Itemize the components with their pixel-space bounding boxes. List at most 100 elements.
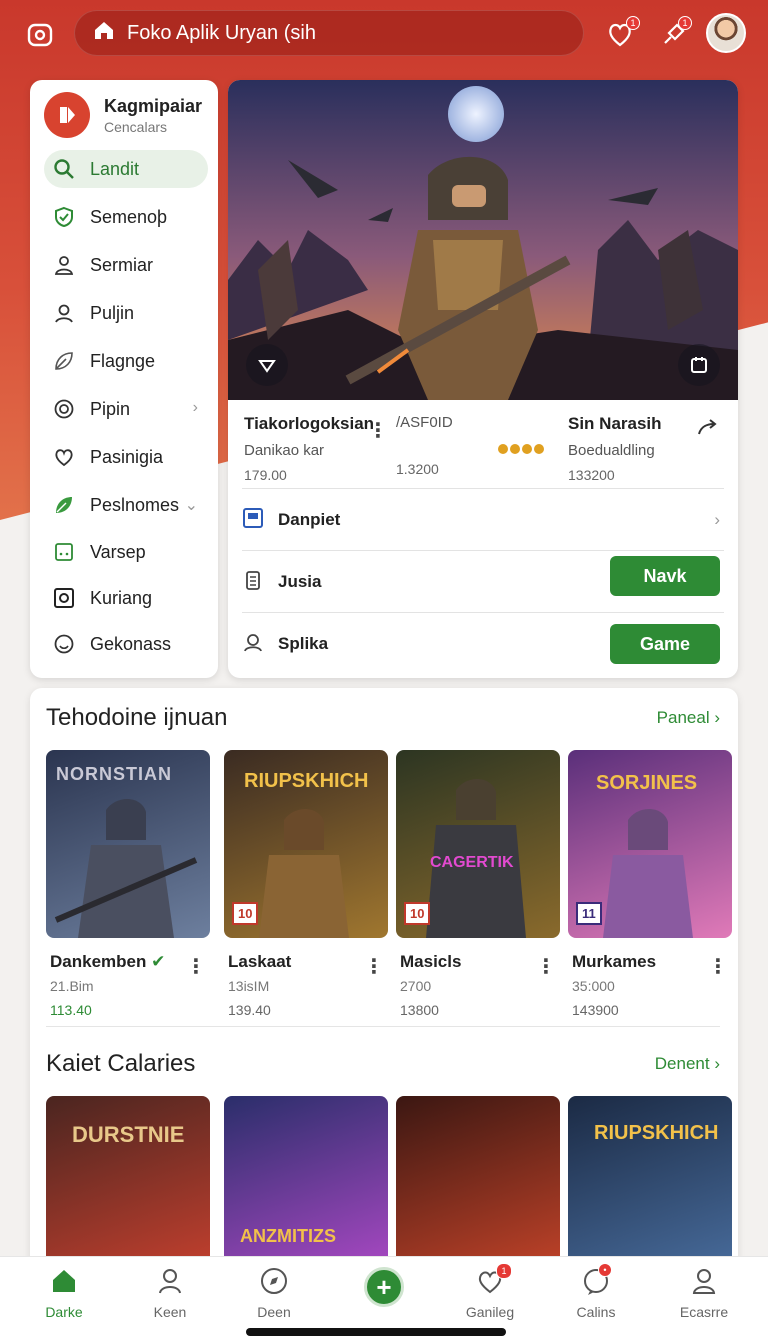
section-title: Tehodoine ijnuan — [46, 704, 228, 731]
more-icon[interactable]: ⋮ — [186, 954, 206, 979]
profile-icon — [690, 1267, 718, 1298]
sidebar-item-label: Puljin — [90, 302, 135, 323]
bottom-nav-keen[interactable]: Keen — [120, 1267, 220, 1320]
bottom-nav-label: Deen — [257, 1304, 291, 1320]
dice-icon — [52, 540, 76, 564]
calendar-icon[interactable] — [678, 344, 720, 386]
add-button[interactable]: + — [364, 1267, 404, 1307]
bottom-nav-label: Ganileg — [465, 1304, 515, 1320]
minimize-icon[interactable] — [246, 344, 288, 386]
bottom-nav-calins[interactable]: • Calins — [546, 1263, 646, 1320]
sidebar-item-semenop[interactable]: Semenoþ — [44, 198, 208, 236]
sidebar-item-landit[interactable]: Landit — [44, 150, 208, 188]
game-card[interactable]: CAGERTIK 10 Masicls 2700 13800 ⋮ — [396, 750, 560, 1018]
battery-icon — [242, 569, 264, 596]
alert-badge: 1 — [678, 16, 692, 30]
sidebar-item-pipin[interactable]: Pipin › — [44, 390, 208, 428]
sidebar-item-kuriang[interactable]: Kuriang — [44, 579, 208, 617]
game-value: 113.40 — [50, 1002, 92, 1018]
bottom-nav-label: Keen — [153, 1304, 187, 1320]
section-title: Kaiet Calaries — [46, 1050, 196, 1077]
sidebar-item-label: Peslnomes — [90, 494, 180, 515]
game-thumbnail: SORJINES 11 — [568, 750, 732, 938]
thumbnail-text: ANZMITIZS — [240, 1226, 336, 1246]
bottom-nav-label: Calins — [576, 1304, 616, 1320]
stat-title: /ASF0ID — [396, 414, 453, 431]
coins-icon — [498, 444, 544, 454]
game-button[interactable]: Game — [610, 624, 720, 664]
chevron-right-icon: › — [714, 510, 720, 529]
top-bar: Foko Aplik Uryan (sih 1 1 — [0, 0, 768, 70]
bottom-nav-badge: • — [598, 1263, 612, 1277]
search-icon — [52, 157, 76, 181]
chat-notification-icon[interactable]: 1 — [600, 14, 640, 54]
bottom-nav-label: Darke — [45, 1304, 83, 1320]
row-label: Jusia — [278, 572, 322, 591]
avatar[interactable] — [706, 13, 746, 53]
stat-column-3: Sin Narasih Boedualdling 133200 — [568, 414, 662, 483]
game-card[interactable]: NORNSTIAN Dankemben ✔ 21.Bim 113.40 ⋮ — [46, 750, 210, 1018]
compass-icon — [260, 1267, 288, 1298]
stat-value: 1.3200 — [396, 461, 439, 477]
sidebar-item-puljin[interactable]: Puljin — [44, 294, 208, 332]
people-icon — [52, 301, 76, 325]
brand-subtitle: Cencalars — [104, 118, 168, 135]
game-card[interactable]: SORJINES 11 Murkames 35:000 143900 ⋮ — [568, 750, 732, 1018]
sidebar-item-pasinigia[interactable]: Pasinigia — [44, 438, 208, 476]
section-link[interactable]: Denent › — [655, 1054, 720, 1074]
rating-badge: 10 — [404, 902, 431, 925]
section-link[interactable]: Paneal › — [657, 708, 720, 728]
brand: Kagmipaiar Cencalars — [44, 92, 202, 138]
stat-value: 179.00 — [244, 467, 287, 483]
more-icon[interactable]: ⋮ — [368, 418, 388, 443]
sidebar-item-peslnomes[interactable]: Peslnomes ⌄ — [44, 486, 208, 524]
notification-badge: 1 — [626, 16, 640, 30]
home-indicator — [246, 1328, 506, 1336]
pin-icon[interactable]: 1 — [654, 14, 694, 54]
plus-icon: + — [376, 1271, 392, 1302]
sidebar-item-label: Kuriang — [90, 587, 153, 608]
calendar-icon — [242, 507, 264, 534]
search-bar[interactable]: Foko Aplik Uryan (sih — [74, 10, 584, 56]
bottom-nav-ecasrre[interactable]: Ecasrre — [654, 1267, 754, 1320]
game-subtitle: 21.Bim — [50, 978, 94, 994]
game-subtitle: 13isIM — [228, 978, 270, 994]
thumbnail-text: CAGERTIK — [430, 854, 514, 871]
divider — [242, 550, 724, 551]
sidebar-item-label: Sermiar — [90, 254, 154, 275]
camera-icon[interactable] — [20, 14, 60, 54]
more-icon[interactable]: ⋮ — [708, 954, 728, 979]
share-icon[interactable] — [696, 418, 720, 443]
sidebar-item-label: Pasinigia — [90, 446, 164, 467]
game-value: 143900 — [572, 1002, 619, 1018]
game-thumbnail: CAGERTIK 10 — [396, 750, 560, 938]
games-section-panel: Tehodoine ijnuan Paneal › NORNSTIAN Dank… — [30, 688, 738, 1344]
search-text: Foko Aplik Uryan (sih — [127, 21, 316, 44]
featured-game-banner[interactable] — [228, 80, 738, 400]
user-icon — [52, 253, 76, 277]
bottom-nav-ganileg[interactable]: 1 Ganileg — [440, 1263, 540, 1320]
rating-badge: 11 — [576, 902, 602, 925]
navk-button[interactable]: Navk — [610, 556, 720, 596]
divider — [242, 488, 724, 489]
stat-title: Sin Narasih — [568, 414, 662, 433]
featured-game-card: Tiakorlogoksian Danikao kar 179.00 ⋮ /AS… — [228, 80, 738, 678]
sidebar-item-gekonass[interactable]: Gekonass — [44, 625, 208, 663]
sidebar-item-flagnge[interactable]: Flagnge — [44, 342, 208, 380]
sidebar-item-varsep[interactable]: Varsep — [44, 533, 208, 571]
chat-icon: • — [582, 1263, 612, 1298]
bottom-nav-label: Ecasrre — [679, 1304, 729, 1320]
divider — [46, 1026, 720, 1027]
sidebar-item-sermiar[interactable]: Sermiar — [44, 246, 208, 284]
rating-badge: 10 — [232, 902, 259, 925]
sidebar-item-label: Pipin — [90, 398, 131, 419]
brand-name: Kagmipaiar — [104, 95, 203, 116]
bottom-nav-darke[interactable]: Darke — [14, 1267, 114, 1320]
more-icon[interactable]: ⋮ — [364, 954, 384, 979]
row-danpiet[interactable]: Danpiet › — [242, 498, 724, 542]
chevron-down-icon: ⌄ — [184, 497, 198, 514]
more-icon[interactable]: ⋮ — [536, 954, 556, 979]
game-value: 13800 — [400, 1002, 439, 1018]
bottom-nav-deen[interactable]: Deen — [224, 1267, 324, 1320]
game-card[interactable]: RIUPSKHICH 10 Laskaat 13isIM 139.40 ⋮ — [224, 750, 388, 1018]
